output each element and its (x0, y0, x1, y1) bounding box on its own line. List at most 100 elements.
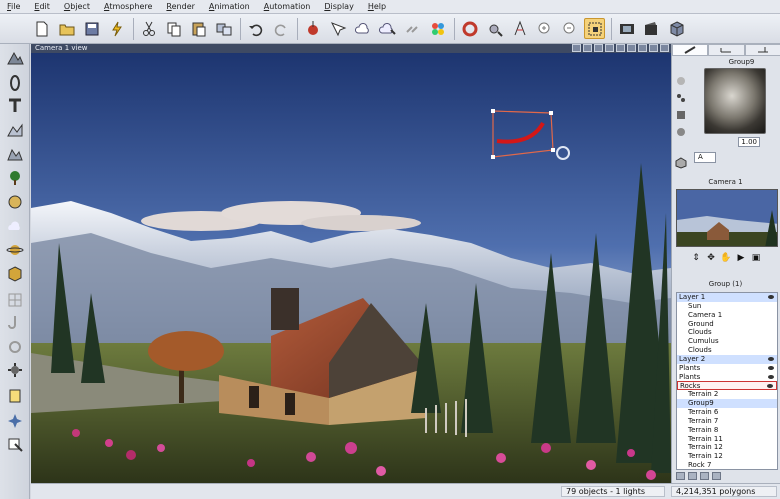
terrain-icon[interactable] (5, 120, 25, 140)
cloud-layer-icon[interactable] (5, 216, 25, 236)
tree-item[interactable]: Terrain 12 (677, 443, 777, 452)
ring-icon[interactable] (5, 73, 25, 93)
zoom-in-icon[interactable] (534, 18, 555, 39)
select-arrow-icon[interactable] (327, 18, 348, 39)
gear-icon[interactable] (5, 360, 25, 380)
view-control-4-icon[interactable] (605, 44, 614, 52)
tree-item[interactable]: Terrain 2 (677, 390, 777, 399)
tree-item[interactable]: Ground (677, 320, 777, 329)
menu-file[interactable]: File (0, 2, 27, 11)
tree-action-1-icon[interactable] (676, 472, 685, 480)
camera-move-icon[interactable]: ⇕ (690, 252, 702, 264)
aspect-tab[interactable] (672, 44, 709, 56)
tree-item[interactable]: Terrain 7 (677, 417, 777, 426)
camera-play-icon[interactable]: ▶ (735, 252, 747, 264)
material-red-icon[interactable] (674, 74, 688, 88)
tree-item[interactable]: Sun (677, 302, 777, 311)
grid-icon[interactable] (5, 290, 25, 310)
render-cube-icon[interactable] (666, 18, 687, 39)
bird-icon[interactable] (5, 410, 25, 430)
material-mix-icon[interactable] (674, 108, 688, 122)
library-tab[interactable] (744, 44, 780, 56)
tree-item[interactable]: Terrain 6 (677, 408, 777, 417)
tree-item[interactable]: Plants (677, 373, 777, 382)
alignment-select[interactable]: A (694, 152, 716, 163)
text-icon[interactable] (5, 96, 25, 116)
camera-focus-icon[interactable] (484, 18, 505, 39)
view-control-3-icon[interactable] (594, 44, 603, 52)
object-preview[interactable] (704, 68, 766, 134)
view-control-8-icon[interactable] (649, 44, 658, 52)
menu-automation[interactable]: Automation (257, 2, 318, 11)
tree-item[interactable]: Terrain 12 (677, 452, 777, 461)
tools-tab[interactable] (708, 44, 745, 56)
camera-hand-icon[interactable]: ✋ (720, 252, 732, 264)
tree-item[interactable]: Camera 1 (677, 311, 777, 320)
compass-icon[interactable] (509, 18, 530, 39)
view-control-6-icon[interactable] (627, 44, 636, 52)
tree-item[interactable]: Rock 7 (677, 461, 777, 469)
view-control-5-icon[interactable] (616, 44, 625, 52)
duplicate-icon[interactable] (213, 18, 234, 39)
camera-preview[interactable] (676, 189, 778, 247)
torus-icon[interactable] (459, 18, 480, 39)
rocks-icon[interactable] (5, 144, 25, 164)
planet-icon[interactable] (5, 240, 25, 260)
tree-item[interactable]: Terrain 8 (677, 426, 777, 435)
tree-action-4-icon[interactable] (712, 472, 721, 480)
view-control-2-icon[interactable] (583, 44, 592, 52)
tree-item[interactable]: Cumulus (677, 337, 777, 346)
visibility-eye-icon[interactable] (768, 374, 774, 379)
link-icon[interactable] (402, 18, 423, 39)
paste-icon[interactable] (188, 18, 209, 39)
render-viewport[interactable] (31, 53, 671, 483)
material-dots-icon[interactable] (674, 91, 688, 105)
tree-item[interactable]: Layer 1 (677, 293, 777, 302)
visibility-eye-icon[interactable] (768, 356, 774, 361)
sphere-shade-icon[interactable] (5, 192, 25, 212)
paper-icon[interactable] (5, 386, 25, 406)
menu-animation[interactable]: Animation (202, 2, 257, 11)
view-control-7-icon[interactable] (638, 44, 647, 52)
menu-display[interactable]: Display (317, 2, 361, 11)
menu-object[interactable]: Object (57, 2, 97, 11)
menu-edit[interactable]: Edit (27, 2, 57, 11)
visibility-eye-icon[interactable] (768, 295, 774, 299)
camera-save-icon[interactable]: ▣ (750, 252, 762, 264)
frame-select-icon[interactable] (584, 18, 605, 39)
view-maximize-icon[interactable] (660, 44, 669, 52)
visibility-eye-icon[interactable] (767, 384, 773, 389)
scale-field[interactable]: 1.00 (738, 137, 760, 147)
menu-atmosphere[interactable]: Atmosphere (97, 2, 159, 11)
cut-icon[interactable] (138, 18, 159, 39)
edit-cloud-icon[interactable] (377, 18, 398, 39)
tree-item[interactable]: Terrain 11 (677, 435, 777, 444)
zoom-out-icon[interactable] (559, 18, 580, 39)
layer-tree[interactable]: Layer 1 Sun Camera 1 Ground Clouds Cumulus Clo… (676, 292, 778, 470)
new-document-icon[interactable] (31, 18, 52, 39)
film-icon[interactable] (616, 18, 637, 39)
torus-small-icon[interactable] (5, 337, 25, 357)
copy-icon[interactable] (163, 18, 184, 39)
tree-action-3-icon[interactable] (700, 472, 709, 480)
material-spheres-icon[interactable] (427, 18, 448, 39)
material-layer-icon[interactable] (674, 125, 688, 139)
redo-icon[interactable] (270, 18, 291, 39)
tree-item[interactable]: Layer 2 (677, 354, 777, 364)
tree-item[interactable]: Clouds (677, 346, 777, 355)
export-icon[interactable] (5, 434, 25, 454)
material-cube-icon[interactable] (674, 156, 688, 170)
hook-icon[interactable] (5, 313, 25, 333)
cloud-icon[interactable] (352, 18, 373, 39)
tree-action-2-icon[interactable] (688, 472, 697, 480)
tree-icon[interactable] (5, 168, 25, 188)
menu-render[interactable]: Render (159, 2, 201, 11)
undo-icon[interactable] (245, 18, 266, 39)
visibility-eye-icon[interactable] (768, 365, 774, 370)
camera-rotate-icon[interactable]: ✥ (705, 252, 717, 264)
add-object-icon[interactable] (302, 18, 323, 39)
render-lightning-icon[interactable] (106, 18, 127, 39)
menu-help[interactable]: Help (361, 2, 393, 11)
open-folder-icon[interactable] (56, 18, 77, 39)
tree-item[interactable]: Group9 (677, 399, 777, 408)
